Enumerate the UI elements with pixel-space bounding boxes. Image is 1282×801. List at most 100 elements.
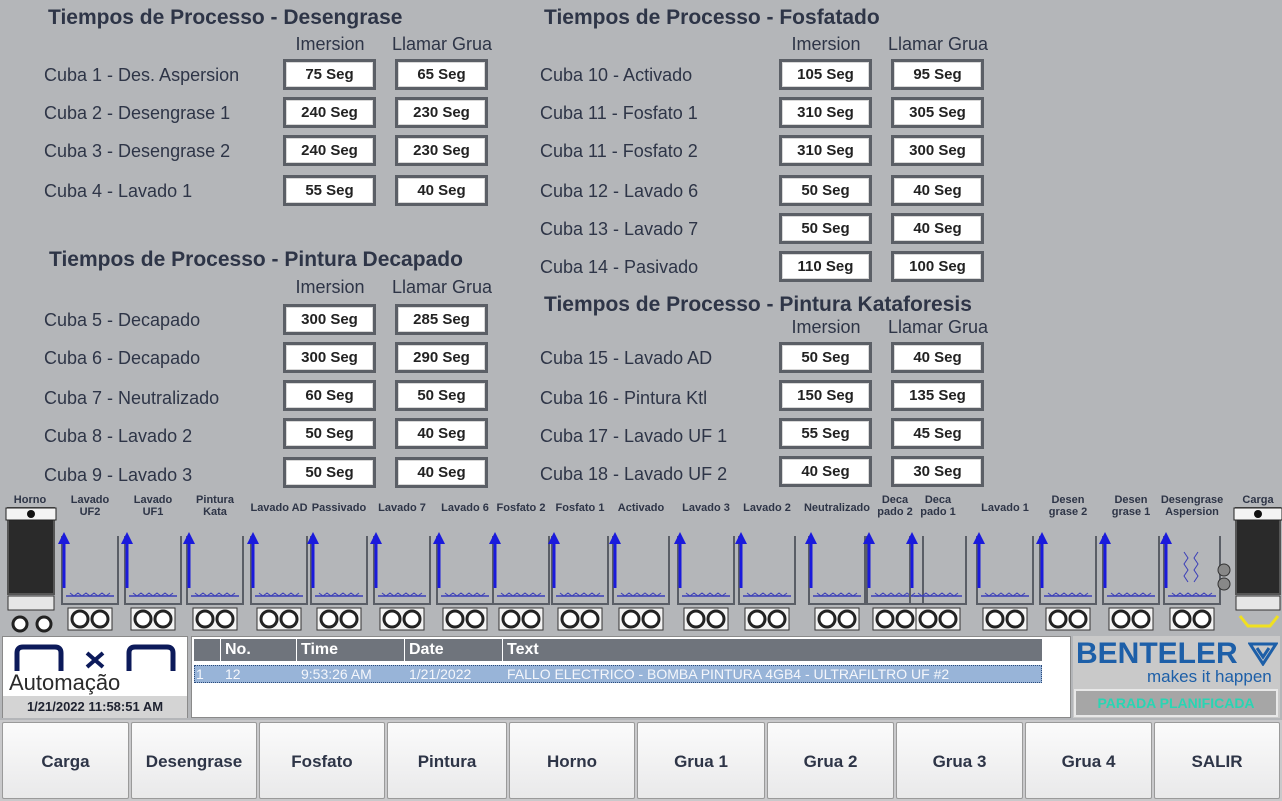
roller-icon [1068, 609, 1088, 629]
nav-salir-button[interactable]: SALIR [1154, 722, 1280, 799]
alarm-col-time[interactable]: Time [297, 639, 404, 661]
fosfatado-grua-header: Llamar Grua [887, 34, 989, 54]
roller-icon [1192, 609, 1212, 629]
alarm-row[interactable]: 1 12 9:53:26 AM 1/21/2022 FALLO ELECTRIC… [194, 665, 1042, 683]
kataforesis-title: Tiempos de Processo - Pintura Kataforesi… [544, 293, 972, 316]
alarm-text: FALLO ELECTRICO - BOMBA PINTURA 4GB4 - U… [507, 666, 950, 682]
roller-icon [747, 609, 767, 629]
decapado-row-label: Cuba 6 - Decapado [44, 348, 201, 368]
roller-icon [445, 609, 465, 629]
decapado-imersion-value[interactable]: 50 Seg [283, 418, 376, 449]
kataforesis-imersion-value[interactable]: 55 Seg [779, 418, 872, 449]
nav-grua3-button[interactable]: Grua 3 [896, 722, 1023, 799]
desengrase-grua-value[interactable]: 40 Seg [395, 175, 488, 206]
decapado-grua-value[interactable]: 40 Seg [395, 418, 488, 449]
desengrase-row-label: Cuba 3 - Desengrase 2 [44, 141, 231, 161]
roller-icon [339, 609, 359, 629]
fosfatado-grua-value[interactable]: 100 Seg [891, 251, 984, 282]
roller-icon [767, 609, 787, 629]
carga-motor-icon [1235, 595, 1281, 611]
roller-icon [580, 609, 600, 629]
nav-fosfato-button[interactable]: Fosfato [259, 722, 385, 799]
roller-icon [133, 609, 153, 629]
decapado-row-label: Cuba 9 - Lavado 3 [44, 465, 193, 485]
kataforesis-grua-value[interactable]: 135 Seg [891, 380, 984, 411]
fosfatado-imersion-value[interactable]: 50 Seg [779, 213, 872, 244]
alarm-view[interactable]: No. Time Date Text 1 12 9:53:26 AM 1/21/… [191, 636, 1071, 718]
desengrase-imersion-value[interactable]: 75 Seg [283, 59, 376, 90]
fosfatado-imersion-value[interactable]: 110 Seg [779, 251, 872, 282]
fosfatado-grua-value[interactable]: 305 Seg [891, 97, 984, 128]
desengrase-grua-header: Llamar Grua [391, 34, 493, 54]
kataforesis-imersion-value[interactable]: 50 Seg [779, 342, 872, 373]
alarm-col-text[interactable]: Text [503, 639, 1042, 661]
nav-grua4-button[interactable]: Grua 4 [1025, 722, 1152, 799]
kataforesis-imersion-value[interactable]: 150 Seg [779, 380, 872, 411]
decapado-grua-value[interactable]: 290 Seg [395, 342, 488, 373]
fosfatado-grua-value[interactable]: 40 Seg [891, 213, 984, 244]
crane-arrow-head [58, 532, 70, 544]
alarm-time: 9:53:26 AM [301, 666, 372, 682]
fosfatado-row-label: Cuba 11 - Fosfato 2 [540, 141, 698, 161]
desengrase-grua-value[interactable]: 230 Seg [395, 97, 488, 128]
alarm-col-no[interactable]: No. [221, 639, 296, 661]
decapado-title: Tiempos de Processo - Pintura Decapado [49, 248, 463, 271]
automacao-logo-panel: Automação 1/21/2022 11:58:51 AM [2, 636, 188, 718]
roller-icon [686, 609, 706, 629]
alarm-date: 1/21/2022 [409, 666, 472, 682]
nav-carga-button[interactable]: Carga [2, 722, 129, 799]
decapado-imersion-value[interactable]: 50 Seg [283, 457, 376, 488]
horno-motor-icon [7, 595, 55, 611]
fosfatado-grua-value[interactable]: 40 Seg [891, 175, 984, 206]
kataforesis-row-label: Cuba 18 - Lavado UF 2 [540, 464, 728, 484]
kataforesis-grua-value[interactable]: 45 Seg [891, 418, 984, 449]
crane-arrow-head [307, 532, 319, 544]
alarm-index: 1 [196, 666, 204, 682]
roller-icon [895, 609, 915, 629]
crane-arrow-head [489, 532, 501, 544]
roller-icon [621, 609, 641, 629]
kataforesis-grua-value[interactable]: 40 Seg [891, 342, 984, 373]
desengrase-imersion-value[interactable]: 240 Seg [283, 135, 376, 166]
decapado-imersion-value[interactable]: 300 Seg [283, 342, 376, 373]
desengrase-row-label: Cuba 1 - Des. Aspersion [44, 65, 240, 85]
desengrase-imersion-value[interactable]: 240 Seg [283, 97, 376, 128]
kataforesis-row-label: Cuba 16 - Pintura Ktl [540, 388, 708, 408]
nav-horno-button[interactable]: Horno [509, 722, 635, 799]
nav-desengrase-button[interactable]: Desengrase [131, 722, 257, 799]
fosfatado-imersion-value[interactable]: 310 Seg [779, 135, 872, 166]
fosfatado-grua-value[interactable]: 95 Seg [891, 59, 984, 90]
desengrase-grua-value[interactable]: 230 Seg [395, 135, 488, 166]
roller-icon [1005, 609, 1025, 629]
desengrase-imersion-header: Imersion [295, 34, 365, 54]
fosfatado-row-label: Cuba 12 - Lavado 6 [540, 181, 699, 201]
desengrase-imersion-value[interactable]: 55 Seg [283, 175, 376, 206]
desengrase-grua-value[interactable]: 65 Seg [395, 59, 488, 90]
alarm-col-date[interactable]: Date [405, 639, 502, 661]
carga-sensor-icon [1217, 563, 1231, 577]
kataforesis-grua-value[interactable]: 30 Seg [891, 456, 984, 487]
roller-icon [1172, 609, 1192, 629]
fosfatado-row-label: Cuba 11 - Fosfato 1 [540, 103, 698, 123]
fosfatado-grua-value[interactable]: 300 Seg [891, 135, 984, 166]
decapado-imersion-value[interactable]: 300 Seg [283, 304, 376, 335]
decapado-imersion-value[interactable]: 60 Seg [283, 380, 376, 411]
decapado-grua-value[interactable]: 50 Seg [395, 380, 488, 411]
decapado-grua-value[interactable]: 285 Seg [395, 304, 488, 335]
nav-grua1-button[interactable]: Grua 1 [637, 722, 765, 799]
nav-grua2-button[interactable]: Grua 2 [767, 722, 894, 799]
roller-icon [279, 609, 299, 629]
nav-pintura-button[interactable]: Pintura [387, 722, 507, 799]
process-tanks-graphic [5, 507, 1282, 633]
decapado-grua-value[interactable]: 40 Seg [395, 457, 488, 488]
roller-icon [985, 609, 1005, 629]
horno-oven-icon [7, 507, 55, 595]
fosfatado-imersion-value[interactable]: 310 Seg [779, 97, 872, 128]
fosfatado-imersion-value[interactable]: 50 Seg [779, 175, 872, 206]
roller-icon [875, 609, 895, 629]
fosfatado-imersion-header: Imersion [791, 34, 861, 54]
crane-arrow-head [1099, 532, 1111, 544]
crane-arrow-head [735, 532, 747, 544]
fosfatado-imersion-value[interactable]: 105 Seg [779, 59, 872, 90]
kataforesis-imersion-value[interactable]: 40 Seg [779, 456, 872, 487]
